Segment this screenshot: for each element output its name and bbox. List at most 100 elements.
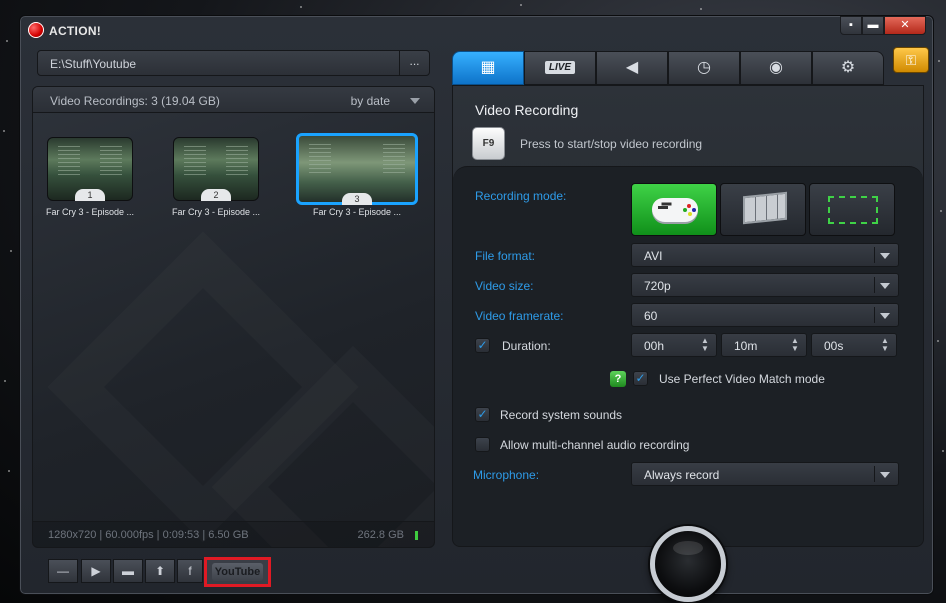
recording-thumbnail[interactable]: 1 Far Cry 3 - Episode ... bbox=[46, 137, 134, 217]
stopwatch-icon: ◷ bbox=[697, 59, 711, 76]
tab-screenshot[interactable]: ◉ bbox=[740, 51, 812, 85]
help-icon[interactable]: ? bbox=[610, 371, 626, 387]
youtube-button[interactable]: YouTube bbox=[204, 557, 271, 587]
free-space: 262.8 GB bbox=[357, 529, 404, 541]
file-format-value: AVI bbox=[644, 249, 663, 263]
close-button[interactable]: ✕ bbox=[884, 16, 926, 35]
output-folder-field[interactable]: E:\Stuff\Youtube ... bbox=[37, 50, 430, 76]
folder-icon: ▬ bbox=[122, 564, 134, 578]
tab-live[interactable]: LIVE bbox=[524, 51, 596, 85]
duration-seconds-value: 00s bbox=[824, 339, 844, 353]
microphone-label: Microphone: bbox=[473, 468, 540, 482]
desktop-mode-button[interactable] bbox=[720, 183, 806, 236]
live-icon: LIVE bbox=[544, 61, 576, 74]
upload-icon: ⬆ bbox=[154, 564, 166, 578]
duration-label: Duration: bbox=[502, 339, 551, 353]
facebook-icon: f bbox=[188, 564, 192, 578]
record-sounds-label: Record system sounds bbox=[500, 408, 623, 422]
game-mode-button[interactable] bbox=[631, 183, 717, 236]
tab-settings[interactable]: ⚙ bbox=[812, 51, 884, 85]
facebook-button[interactable]: f bbox=[177, 559, 203, 583]
multichannel-label: Allow multi-channel audio recording bbox=[500, 438, 690, 452]
stepper-arrows-icon[interactable]: ▲ ▼ bbox=[881, 337, 889, 353]
gear-icon: ⚙ bbox=[840, 59, 856, 76]
film-icon: ▦ bbox=[480, 59, 496, 76]
minus-icon: — bbox=[57, 564, 69, 578]
hotkey-description: Press to start/stop video recording bbox=[520, 137, 703, 151]
remove-button[interactable]: — bbox=[48, 559, 78, 583]
video-size-value: 720p bbox=[644, 279, 671, 293]
recordings-title: Video Recordings: 3 (19.04 GB) bbox=[50, 94, 220, 108]
video-framerate-select[interactable]: 60 bbox=[631, 303, 899, 327]
chevron-down-icon[interactable] bbox=[410, 98, 420, 104]
video-size-label: Video size: bbox=[475, 279, 534, 293]
open-folder-button[interactable]: ▬ bbox=[113, 559, 143, 583]
select-divider bbox=[874, 307, 875, 323]
region-mode-button[interactable] bbox=[809, 183, 895, 236]
select-divider bbox=[874, 277, 875, 293]
perfect-match-checkbox[interactable]: ✓ bbox=[633, 371, 648, 386]
microphone-select[interactable]: Always record bbox=[631, 462, 899, 486]
camera-icon: ◉ bbox=[769, 59, 783, 76]
browse-button[interactable]: ... bbox=[399, 51, 429, 75]
tab-video[interactable]: ▦ bbox=[452, 51, 524, 85]
perfect-match-label: Use Perfect Video Match mode bbox=[659, 372, 825, 386]
tab-benchmark[interactable]: ◷ bbox=[668, 51, 740, 85]
maximize-button[interactable]: ▬ bbox=[862, 16, 884, 35]
chevron-down-icon bbox=[880, 253, 890, 259]
recording-thumbnail[interactable]: 2 Far Cry 3 - Episode ... bbox=[172, 137, 260, 217]
thumbnail-number: 2 bbox=[201, 189, 231, 201]
app-logo-icon bbox=[28, 22, 44, 38]
chevron-down-icon bbox=[880, 283, 890, 289]
recording-mode-label: Recording mode: bbox=[475, 189, 567, 203]
stepper-arrows-icon[interactable]: ▲ ▼ bbox=[701, 337, 709, 353]
video-framerate-value: 60 bbox=[644, 309, 658, 323]
minimize-button[interactable]: ▪ bbox=[840, 16, 862, 35]
youtube-icon: YouTube bbox=[212, 563, 263, 581]
duration-checkbox[interactable]: ✓ bbox=[475, 338, 490, 353]
record-sounds-checkbox[interactable]: ✓ bbox=[475, 407, 490, 422]
recording-settings: Recording mode: File format: AVI Video s… bbox=[453, 166, 923, 546]
app-window: ACTION! ▪ ▬ ✕ E:\Stuff\Youtube ... Video… bbox=[19, 15, 934, 602]
multichannel-checkbox[interactable]: ✓ bbox=[475, 437, 490, 452]
region-icon bbox=[828, 196, 878, 224]
select-divider bbox=[874, 466, 875, 482]
thumbnail-label: Far Cry 3 - Episode ... bbox=[312, 207, 402, 217]
license-key-button[interactable]: ⚿ bbox=[893, 47, 929, 73]
chevron-down-icon bbox=[880, 313, 890, 319]
free-space-indicator bbox=[415, 531, 418, 540]
record-button[interactable] bbox=[650, 526, 726, 602]
play-button[interactable]: ▶ bbox=[81, 559, 111, 583]
select-divider bbox=[874, 247, 875, 263]
duration-hours-stepper[interactable]: 00h ▲ ▼ bbox=[631, 333, 717, 357]
play-icon: ▶ bbox=[91, 564, 101, 578]
key-icon: ⚿ bbox=[905, 52, 917, 68]
duration-minutes-value: 10m bbox=[734, 339, 758, 353]
thumbnail-number: 3 bbox=[342, 193, 372, 205]
chevron-down-icon bbox=[880, 472, 890, 478]
recording-thumbnail-selected[interactable]: 3 Far Cry 3 - Episode ... bbox=[296, 133, 418, 217]
microphone-value: Always record bbox=[644, 468, 720, 482]
speaker-icon: ◀ bbox=[625, 59, 639, 76]
title-bar[interactable]: ACTION! ▪ ▬ ✕ bbox=[20, 16, 933, 46]
recordings-panel: Video Recordings: 3 (19.04 GB) by date 1… bbox=[32, 86, 435, 548]
gamepad-icon bbox=[652, 198, 698, 222]
app-title: ACTION! bbox=[49, 24, 102, 38]
video-framerate-label: Video framerate: bbox=[475, 309, 564, 323]
duration-hours-value: 00h bbox=[644, 339, 665, 353]
duration-seconds-stepper[interactable]: 00s ▲ ▼ bbox=[811, 333, 897, 357]
thumbnail-number: 1 bbox=[75, 189, 105, 201]
file-format-label: File format: bbox=[475, 249, 536, 263]
recordings-header: Video Recordings: 3 (19.04 GB) by date bbox=[33, 87, 434, 113]
duration-minutes-stepper[interactable]: 10m ▲ ▼ bbox=[721, 333, 807, 357]
video-recording-panel: Video Recording F9 Press to start/stop v… bbox=[452, 85, 924, 547]
file-format-select[interactable]: AVI bbox=[631, 243, 899, 267]
output-folder-path: E:\Stuff\Youtube bbox=[50, 57, 137, 71]
panel-title: Video Recording bbox=[475, 102, 579, 118]
hotkey-button[interactable]: F9 bbox=[472, 127, 505, 160]
sort-dropdown[interactable]: by date bbox=[351, 94, 390, 108]
upload-button[interactable]: ⬆ bbox=[145, 559, 175, 583]
tab-audio[interactable]: ◀ bbox=[596, 51, 668, 85]
video-size-select[interactable]: 720p bbox=[631, 273, 899, 297]
stepper-arrows-icon[interactable]: ▲ ▼ bbox=[791, 337, 799, 353]
